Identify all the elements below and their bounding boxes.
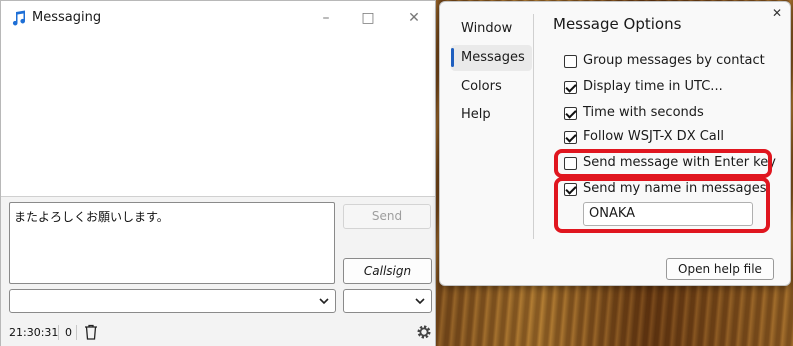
checkbox-label: Follow WSJT-X DX Call — [583, 129, 724, 144]
checkbox-label: Group messages by contact — [583, 53, 765, 68]
time-seconds-checkbox[interactable] — [564, 107, 577, 120]
status-bar: 21:30:31 0 — [1, 319, 435, 346]
group-messages-checkbox[interactable] — [564, 55, 577, 68]
gear-icon[interactable] — [416, 324, 432, 340]
section-title: Message Options — [553, 15, 682, 33]
divider — [76, 325, 77, 340]
nav-item-help[interactable]: Help — [461, 107, 491, 122]
checkbox-label: Display time in UTC... — [583, 79, 723, 94]
highlight-box — [554, 177, 770, 233]
maximize-button[interactable]: □ — [356, 7, 380, 29]
status-time: 21:30:31 — [9, 326, 59, 339]
window-title: Messaging — [32, 10, 102, 25]
utc-time-checkbox[interactable] — [564, 81, 577, 94]
nav-active-indicator — [451, 48, 454, 67]
follow-dx-call-checkbox[interactable] — [564, 131, 577, 144]
callsign-select[interactable] — [343, 289, 432, 313]
trash-icon[interactable] — [84, 324, 98, 340]
options-dialog: ✕ Window Messages Colors Help Message Op… — [439, 1, 791, 286]
nav-item-window[interactable]: Window — [461, 21, 512, 36]
chevron-down-icon — [319, 298, 329, 305]
compose-input[interactable]: またよろしくお願いします。 — [9, 202, 335, 284]
message-history[interactable] — [1, 34, 435, 197]
highlight-box — [554, 149, 772, 178]
close-icon[interactable]: ✕ — [772, 6, 782, 20]
open-help-button[interactable]: Open help file — [666, 258, 774, 280]
message-count: 0 — [65, 326, 72, 339]
send-button[interactable]: Send — [343, 204, 431, 229]
checkbox-label: Time with seconds — [583, 105, 704, 120]
minimize-button[interactable]: – — [314, 7, 338, 29]
close-button[interactable]: ✕ — [402, 7, 426, 29]
chevron-down-icon — [415, 298, 425, 305]
divider — [533, 14, 534, 239]
nav-item-messages[interactable]: Messages — [461, 50, 525, 65]
messaging-window: Messaging – □ ✕ またよろしくお願いします。 Send Calls… — [0, 0, 436, 346]
music-note-icon — [12, 10, 26, 26]
callsign-button[interactable]: Callsign — [343, 258, 432, 284]
divider — [58, 325, 59, 340]
titlebar: Messaging – □ ✕ — [1, 1, 435, 34]
nav-item-colors[interactable]: Colors — [461, 79, 502, 94]
recipient-select[interactable] — [9, 289, 336, 313]
